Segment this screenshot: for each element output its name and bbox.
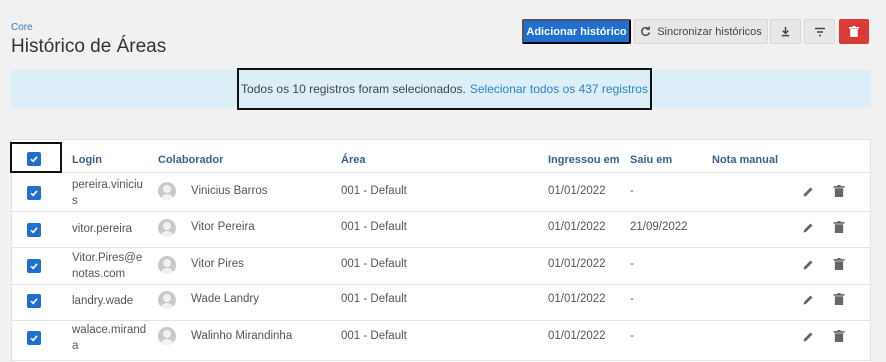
header-ingressou[interactable]: Ingressou em [548,154,620,166]
table-row[interactable]: landry.wade Wade Landry 001 - Default 01… [12,285,870,321]
avatar [158,327,176,345]
saiu-cell: - [630,258,634,270]
checkmark-icon [30,298,38,305]
login-cell: landry.wade [72,295,134,307]
trash-icon[interactable] [833,258,845,270]
avatar [158,291,176,309]
trash-icon[interactable] [833,330,845,342]
table-row[interactable]: vitor.pereira Vitor Pereira 001 - Defaul… [12,212,870,248]
selection-banner-highlight: Todos os 10 registros foram selecionados… [237,68,652,110]
ingressou-cell: 01/01/2022 [548,330,606,342]
select-all-highlight [10,142,62,173]
refresh-icon [641,26,651,37]
login-cell: Vitor.Pires@enotas.com [72,252,143,280]
filter-icon [814,27,825,36]
header-colaborador[interactable]: Colaborador [158,154,223,166]
sync-history-label: Sincronizar históricos [657,25,762,38]
area-cell: 001 - Default [341,258,407,270]
breadcrumb[interactable]: Core [11,22,33,33]
saiu-cell: 21/09/2022 [630,221,688,233]
row-checkbox[interactable] [27,259,41,273]
login-cell: pereira.vinicius [72,179,143,207]
ingressou-cell: 01/01/2022 [548,258,606,270]
edit-icon[interactable] [802,294,814,306]
row-checkbox[interactable] [27,186,41,200]
avatar [158,182,176,200]
delete-button[interactable] [839,19,869,44]
saiu-cell: - [630,185,634,197]
download-icon [781,26,790,37]
trash-icon[interactable] [833,221,845,233]
colaborador-cell: Wade Landry [191,293,259,305]
table-row[interactable]: pereira.vinicius Vinicius Barros 001 - D… [12,173,870,212]
colaborador-cell: Walinho Mirandinha [191,330,293,342]
saiu-cell: - [630,330,634,342]
area-cell: 001 - Default [341,185,407,197]
row-checkbox[interactable] [27,294,41,308]
download-button[interactable] [770,19,801,44]
edit-icon[interactable] [802,259,814,271]
row-checkbox[interactable] [27,223,41,237]
select-all-records-link[interactable]: Selecionar todos os 437 registros [470,82,648,96]
header-login[interactable]: Login [72,154,102,166]
checkmark-icon [30,263,38,270]
checkmark-icon [30,335,38,342]
page-title: Histórico de Áreas [11,36,167,57]
trash-icon[interactable] [833,293,845,305]
header-nota[interactable]: Nota manual [712,154,778,166]
area-cell: 001 - Default [341,293,407,305]
sync-history-button[interactable]: Sincronizar históricos [634,19,768,44]
row-checkbox[interactable] [27,331,41,345]
table-row[interactable]: Vitor.Pires@enotas.com Vitor Pires 001 -… [12,248,870,285]
header-saiu[interactable]: Saiu em [630,154,672,166]
edit-icon[interactable] [802,222,814,234]
ingressou-cell: 01/01/2022 [548,293,606,305]
edit-icon[interactable] [802,331,814,343]
header-area[interactable]: Área [341,154,365,166]
trash-icon [849,26,859,37]
area-cell: 001 - Default [341,221,407,233]
saiu-cell: - [630,293,634,305]
avatar [158,256,176,274]
selection-message: Todos os 10 registros foram selecionados… [241,82,466,96]
avatar [158,219,176,237]
table-row[interactable]: walace.miranda Walinho Mirandinha 001 - … [12,321,870,361]
add-history-button[interactable]: Adicionar histórico [522,19,631,44]
trash-icon[interactable] [833,185,845,197]
login-cell: vitor.pereira [72,223,133,235]
checkmark-icon [30,227,38,234]
area-cell: 001 - Default [341,330,407,342]
ingressou-cell: 01/01/2022 [548,185,606,197]
colaborador-cell: Vitor Pires [191,258,244,270]
login-cell: walace.miranda [72,324,147,352]
checkmark-icon [30,190,38,197]
colaborador-cell: Vinicius Barros [191,185,268,197]
edit-icon[interactable] [802,186,814,198]
colaborador-cell: Vitor Pereira [191,221,255,233]
filter-button[interactable] [804,19,835,44]
ingressou-cell: 01/01/2022 [548,221,606,233]
